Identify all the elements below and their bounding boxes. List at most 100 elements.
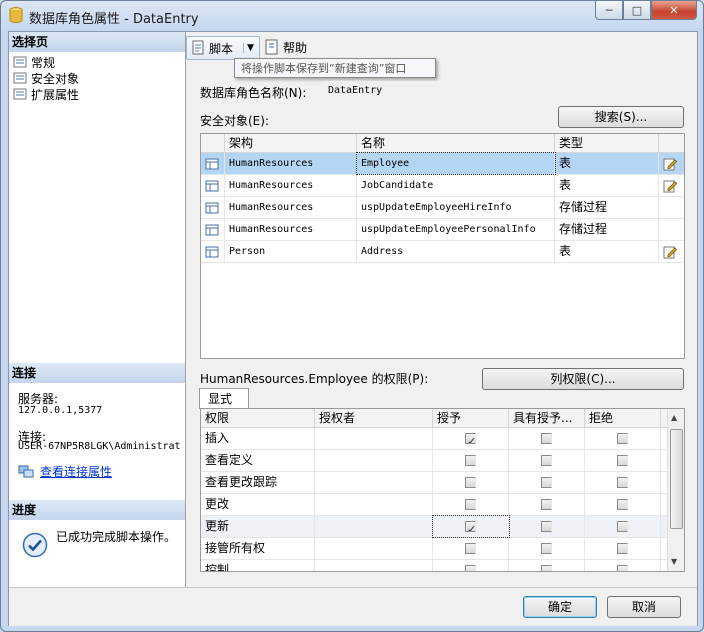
cell-type: 表 xyxy=(555,241,659,262)
chevron-down-icon[interactable]: ▼ xyxy=(243,43,254,53)
script-label: 脚本 xyxy=(209,41,234,56)
help-button[interactable]: 帮助 xyxy=(264,36,307,58)
with-grant-checkbox[interactable] xyxy=(541,521,552,532)
cell-permission: 更新 xyxy=(201,516,315,537)
close-button[interactable]: ✕ xyxy=(651,1,697,20)
grant-checkbox[interactable] xyxy=(465,477,476,488)
object-icon xyxy=(205,246,219,258)
permissions-grid: 权限 授权者 授予 具有授予... 拒绝 插入查看定义查看更改跟踪更改更新接管所… xyxy=(200,408,685,572)
grant-checkbox[interactable] xyxy=(465,499,476,510)
database-icon xyxy=(9,7,23,23)
object-icon xyxy=(205,224,219,236)
cell-permission: 查看更改跟踪 xyxy=(201,472,315,493)
tooltip: 将操作脚本保存到“新建查询”窗口 xyxy=(234,58,436,78)
deny-checkbox[interactable] xyxy=(617,477,628,488)
dialog-window: 数据库角色属性 - DataEntry ─ □ ✕ 选择页 常规 安全对象 扩展… xyxy=(0,0,704,632)
table-row[interactable]: HumanResources JobCandidate 表 xyxy=(201,175,684,197)
grant-checkbox[interactable] xyxy=(465,565,476,571)
edit-icon[interactable] xyxy=(663,179,678,193)
script-button[interactable]: 脚本 ▼ xyxy=(186,36,260,60)
role-name-field[interactable]: DataEntry xyxy=(324,81,684,101)
cell-schema: Person xyxy=(225,241,357,262)
grant-checkbox[interactable] xyxy=(465,521,476,532)
column-header-type[interactable]: 类型 xyxy=(555,134,659,152)
with-grant-checkbox[interactable] xyxy=(541,477,552,488)
scroll-down-icon[interactable]: ▼ xyxy=(671,557,677,566)
cancel-button[interactable]: 取消 xyxy=(607,596,681,618)
table-row[interactable]: 接管所有权 xyxy=(201,538,684,560)
connection-properties-icon xyxy=(18,465,34,478)
column-header-permission[interactable]: 权限 xyxy=(201,409,315,427)
table-row[interactable]: 查看定义 xyxy=(201,450,684,472)
page-icon xyxy=(13,56,27,68)
cell-grantor xyxy=(315,560,433,571)
nav-item-general[interactable]: 常规 xyxy=(13,54,55,70)
deny-checkbox[interactable] xyxy=(617,455,628,466)
cell-schema: HumanResources xyxy=(225,219,357,240)
table-row[interactable]: HumanResources Employee 表 xyxy=(201,152,684,175)
edit-icon[interactable] xyxy=(663,245,678,259)
nav-item-extended-properties[interactable]: 扩展属性 xyxy=(13,86,79,102)
cell-grantor xyxy=(315,450,433,471)
deny-checkbox[interactable] xyxy=(617,543,628,554)
ok-button[interactable]: 确定 xyxy=(523,596,597,618)
maximize-button[interactable]: □ xyxy=(623,1,651,20)
deny-checkbox[interactable] xyxy=(617,433,628,444)
deny-checkbox[interactable] xyxy=(617,499,628,510)
nav-item-securables[interactable]: 安全对象 xyxy=(13,70,79,86)
securables-label: 安全对象(E): xyxy=(200,114,269,128)
page-icon xyxy=(13,88,27,100)
left-panel: 选择页 常规 安全对象 扩展属性 连接 服务器: 127.0.0.1,5377 … xyxy=(9,32,186,587)
column-permissions-button[interactable]: 列权限(C)... xyxy=(482,368,684,390)
table-row[interactable]: 插入 xyxy=(201,428,684,450)
with-grant-checkbox[interactable] xyxy=(541,455,552,466)
grant-checkbox[interactable] xyxy=(465,433,476,444)
column-header-with-grant[interactable]: 具有授予... xyxy=(509,409,585,427)
table-row[interactable]: HumanResources uspUpdateEmployeePersonalI… xyxy=(201,219,684,241)
table-row[interactable]: 查看更改跟踪 xyxy=(201,472,684,494)
deny-checkbox[interactable] xyxy=(617,565,628,571)
column-header-grant[interactable]: 授予 xyxy=(433,409,509,427)
window-title: 数据库角色属性 - DataEntry xyxy=(29,12,199,27)
cell-type: 存储过程 xyxy=(555,219,659,240)
with-grant-checkbox[interactable] xyxy=(541,433,552,444)
cell-schema: HumanResources xyxy=(225,153,357,174)
scroll-up-icon[interactable]: ▲ xyxy=(671,413,677,422)
with-grant-checkbox[interactable] xyxy=(541,499,552,510)
cell-grantor xyxy=(315,428,433,449)
success-check-icon xyxy=(22,532,48,558)
column-header-deny[interactable]: 拒绝 xyxy=(585,409,661,427)
title-bar[interactable]: 数据库角色属性 - DataEntry ─ □ ✕ xyxy=(1,1,703,31)
cell-type: 表 xyxy=(555,175,659,196)
table-row[interactable]: 更新 xyxy=(201,515,684,538)
nav-item-label: 扩展属性 xyxy=(31,87,80,102)
scrollbar-thumb[interactable] xyxy=(670,429,683,529)
column-header-name[interactable]: 名称 xyxy=(357,134,555,152)
minimize-button[interactable]: ─ xyxy=(595,1,623,20)
table-row[interactable]: Person Address 表 xyxy=(201,241,684,263)
permissions-grid-header: 权限 授权者 授予 具有授予... 拒绝 xyxy=(201,409,684,428)
table-row[interactable]: 控制 xyxy=(201,560,684,571)
with-grant-checkbox[interactable] xyxy=(541,543,552,554)
cell-name: Employee xyxy=(356,152,556,175)
help-label: 帮助 xyxy=(283,40,308,55)
with-grant-checkbox[interactable] xyxy=(541,565,552,571)
deny-checkbox[interactable] xyxy=(617,521,628,532)
table-row[interactable]: HumanResources uspUpdateEmployeeHireInfo 存… xyxy=(201,197,684,219)
grant-checkbox[interactable] xyxy=(465,455,476,466)
nav-item-label: 安全对象 xyxy=(31,71,80,86)
grant-checkbox[interactable] xyxy=(465,543,476,554)
button-bar: 确定 取消 xyxy=(9,587,697,626)
edit-icon[interactable] xyxy=(663,157,678,171)
view-connection-properties-link[interactable]: 查看连接属性 xyxy=(40,463,112,480)
column-header-grantor[interactable]: 授权者 xyxy=(315,409,433,427)
cell-permission: 查看定义 xyxy=(201,450,315,471)
permissions-scrollbar[interactable]: ▲ ▼ xyxy=(667,409,684,571)
table-row[interactable]: 更改 xyxy=(201,494,684,516)
column-header-schema[interactable]: 架构 xyxy=(225,134,357,152)
tab-explicit[interactable]: 显式 xyxy=(199,388,249,409)
role-name-label: 数据库角色名称(N): xyxy=(200,86,307,100)
select-page-heading: 选择页 xyxy=(9,32,185,52)
search-button[interactable]: 搜索(S)... xyxy=(558,106,684,128)
cell-schema: HumanResources xyxy=(225,175,357,196)
